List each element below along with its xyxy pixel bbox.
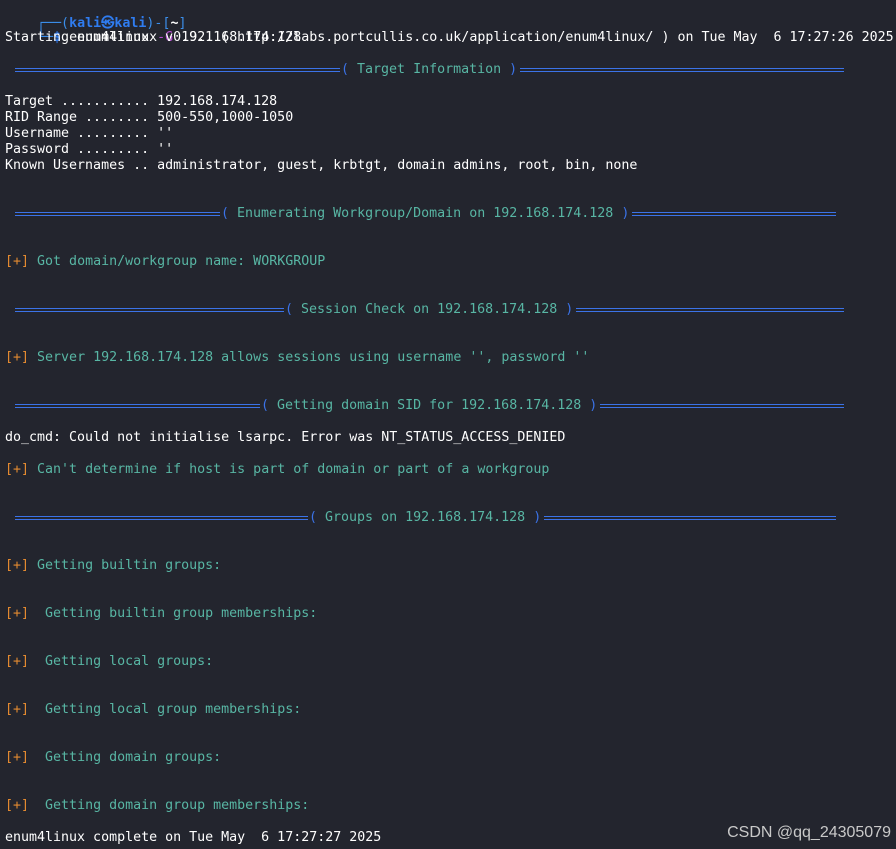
banner-sid: ( Getting domain SID for 192.168.174.128…	[15, 398, 844, 414]
banner-workgroup: ( Enumerating Workgroup/Domain on 192.16…	[15, 206, 836, 222]
domain-memberships-result: [+] Getting domain group memberships:	[5, 798, 309, 814]
plus-marker: [+]	[5, 254, 30, 269]
banner-title: ( Enumerating Workgroup/Domain on 192.16…	[221, 206, 630, 221]
banner-rule-left	[15, 308, 284, 312]
target-line: Target ........... 192.168.174.128	[5, 94, 278, 109]
rid-range-line: RID Range ........ 500-550,1000-1050	[5, 110, 294, 125]
banner-rule-right	[576, 308, 844, 312]
banner-rule-right	[632, 212, 836, 216]
local-memberships-result: [+] Getting local group memberships:	[5, 702, 301, 718]
plus-marker: [+]	[5, 798, 30, 813]
plus-marker: [+]	[5, 654, 30, 669]
watermark: CSDN @qq_24305079	[727, 824, 891, 841]
plus-marker: [+]	[5, 606, 30, 621]
username-line: Username ......... ''	[5, 126, 174, 141]
starting-line: Starting enum4linux v0.9.1 ( http://labs…	[5, 30, 894, 45]
builtin-groups-result: [+] Getting builtin groups:	[5, 558, 221, 574]
complete-line: enum4linux complete on Tue May 6 17:27:2…	[5, 830, 382, 845]
plus-marker: [+]	[5, 350, 30, 365]
session-result: [+] Server 192.168.174.128 allows sessio…	[5, 350, 589, 366]
plus-marker: [+]	[5, 702, 30, 717]
message-text: Getting builtin groups:	[29, 558, 222, 573]
password-line: Password ......... ''	[5, 142, 174, 157]
banner-rule-right	[520, 68, 844, 72]
banner-rule-left	[15, 516, 308, 520]
banner-rule-left	[15, 212, 220, 216]
domain-undetermined-result: [+] Can't determine if host is part of d…	[5, 462, 549, 478]
banner-rule-right	[544, 516, 836, 520]
banner-target-info: ( Target Information )	[15, 62, 844, 78]
banner-title: ( Groups on 192.168.174.128 )	[309, 510, 542, 525]
lsarpc-error-line: do_cmd: Could not initialise lsarpc. Err…	[5, 430, 566, 445]
message-text: Getting local group memberships:	[29, 702, 302, 717]
builtin-memberships-result: [+] Getting builtin group memberships:	[5, 606, 317, 622]
plus-marker: [+]	[5, 558, 30, 573]
workgroup-result: [+] Got domain/workgroup name: WORKGROUP	[5, 254, 325, 270]
message-text: Getting domain groups:	[29, 750, 222, 765]
banner-title: ( Session Check on 192.168.174.128 )	[285, 302, 574, 317]
message-text: Getting local groups:	[29, 654, 214, 669]
banner-rule-left	[15, 404, 260, 408]
message-text: Got domain/workgroup name: WORKGROUP	[29, 254, 326, 269]
plus-marker: [+]	[5, 462, 30, 477]
message-text: Getting builtin group memberships:	[29, 606, 318, 621]
banner-rule-left	[15, 68, 340, 72]
command-line: └─$ enum4linux -G 192.168.174.128	[5, 14, 301, 45]
plus-marker: [+]	[5, 750, 30, 765]
banner-session: ( Session Check on 192.168.174.128 )	[15, 302, 844, 318]
domain-groups-result: [+] Getting domain groups:	[5, 750, 221, 766]
banner-title: ( Target Information )	[341, 62, 518, 77]
banner-rule-right	[600, 404, 844, 408]
banner-title: ( Getting domain SID for 192.168.174.128…	[261, 398, 598, 413]
message-text: Server 192.168.174.128 allows sessions u…	[29, 350, 590, 365]
local-groups-result: [+] Getting local groups:	[5, 654, 213, 670]
banner-groups: ( Groups on 192.168.174.128 )	[15, 510, 836, 526]
terminal-window[interactable]: ┌──(kali㉿kali)-[~] └─$ enum4linux -G 192…	[0, 0, 896, 849]
message-text: Getting domain group memberships:	[29, 798, 310, 813]
message-text: Can't determine if host is part of domai…	[29, 462, 550, 477]
known-usernames-line: Known Usernames .. administrator, guest,…	[5, 158, 638, 173]
